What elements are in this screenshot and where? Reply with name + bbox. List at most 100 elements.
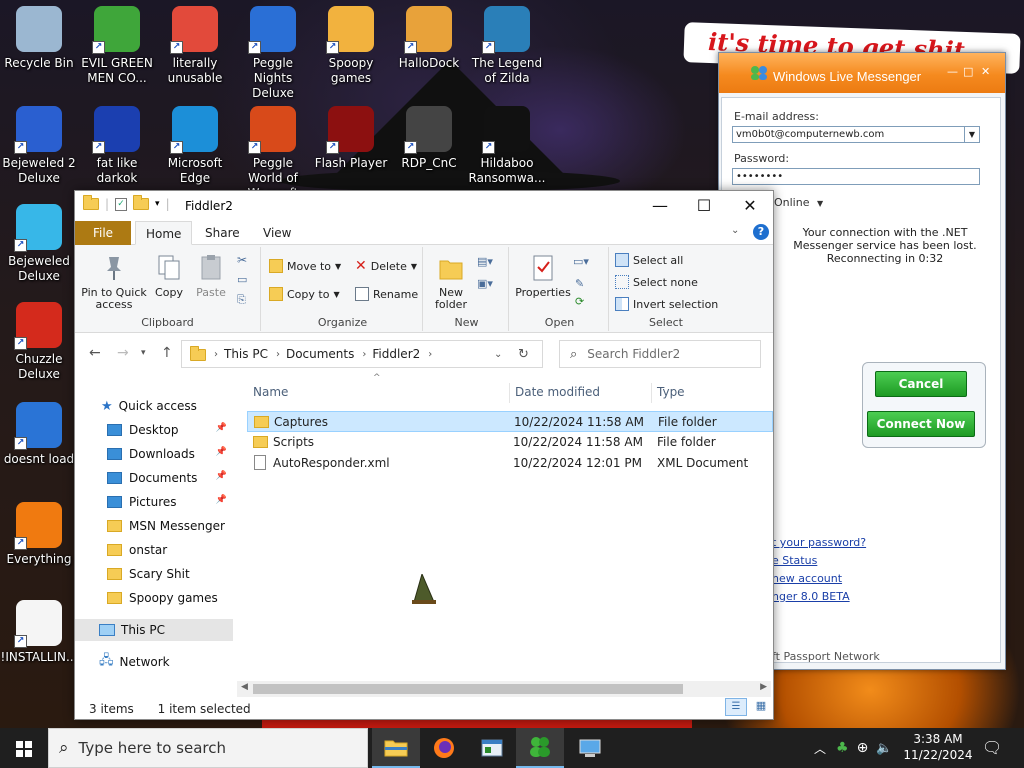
maximize-icon[interactable]: ☐	[681, 195, 727, 217]
password-field[interactable]: ••••••••	[732, 168, 980, 185]
file-explorer-window[interactable]: | ✓ ▾ | Fiddler2 — ☐ ✕ File Home Share V…	[74, 190, 774, 720]
taskbar-search-input[interactable]: Type here to search	[79, 739, 226, 757]
up-arrow-icon[interactable]: ↑	[161, 345, 173, 361]
rename-button[interactable]: Rename	[355, 285, 418, 303]
new-folder-button[interactable]: New folder	[429, 253, 473, 311]
forgot-password-link[interactable]: t your password?	[772, 536, 866, 549]
nav-quick-access[interactable]: ★ Quick access	[75, 395, 233, 417]
taskbar-search-box[interactable]: ⌕ Type here to search	[48, 728, 368, 768]
desktop-icon[interactable]: ↗ Chuzzle Deluxe	[0, 296, 78, 382]
nav-item[interactable]: Scary Shit	[75, 563, 233, 585]
nav-item[interactable]: Desktop 📌	[75, 419, 233, 441]
tab-share[interactable]: Share	[195, 221, 250, 245]
refresh-icon[interactable]: ↻	[518, 347, 529, 362]
taskbar-firefox[interactable]	[420, 728, 468, 768]
nav-item[interactable]: Documents 📌	[75, 467, 233, 489]
maximize-icon[interactable]: □	[963, 65, 973, 78]
nav-network[interactable]: 🖧 Network	[75, 651, 233, 673]
help-icon[interactable]: ?	[753, 224, 769, 240]
messenger-beta-link[interactable]: nger 8.0 BETA	[772, 590, 850, 603]
taskbar-clock[interactable]: 3:38 AM 11/22/2024	[900, 731, 976, 763]
breadcrumb-fiddler2[interactable]: Fiddler2	[372, 347, 420, 361]
move-to-button[interactable]: Move to ▼	[269, 257, 341, 275]
column-type[interactable]: Type	[651, 379, 685, 405]
paste-button[interactable]: Paste	[191, 253, 231, 299]
desktop-icon[interactable]: ↗ Everything	[0, 496, 78, 567]
start-button[interactable]	[0, 728, 48, 768]
volume-icon[interactable]: 🔈	[876, 741, 892, 756]
cancel-button[interactable]: Cancel	[875, 371, 967, 397]
select-none-button[interactable]: Select none	[615, 273, 698, 291]
desktop-icon[interactable]: ↗ fat like darkok	[78, 100, 156, 186]
email-field[interactable]: vm0b0t@computernewb.com ▼	[732, 126, 980, 143]
desktop-icon[interactable]: ↗ literally unusable	[156, 0, 234, 86]
messenger-titlebar[interactable]: Windows Live Messenger — □ ✕	[719, 53, 1005, 93]
chevron-down-icon[interactable]: ▼	[964, 127, 979, 142]
desktop-icon[interactable]: ↗ Bejeweled Deluxe	[0, 198, 78, 284]
table-row[interactable]: Captures 10/22/2024 11:58 AM File folder	[247, 411, 773, 432]
desktop-icon[interactable]: ↗ Microsoft Edge	[156, 100, 234, 186]
taskbar-file-explorer[interactable]	[372, 728, 420, 768]
network-globe-icon[interactable]: ⊕	[857, 740, 869, 756]
copy-path-icon[interactable]: ▭	[237, 273, 247, 286]
explorer-titlebar[interactable]: | ✓ ▾ | Fiddler2 — ☐ ✕	[75, 191, 773, 221]
notification-icon[interactable]: 🗨	[982, 738, 1002, 757]
scroll-left-icon[interactable]: ◀	[241, 682, 248, 692]
new-account-link[interactable]: new account	[772, 572, 842, 585]
nav-item[interactable]: onstar	[75, 539, 233, 561]
nav-item[interactable]: Spoopy games	[75, 587, 233, 609]
pin-icon[interactable]: 📌	[216, 471, 227, 481]
table-row[interactable]: AutoResponder.xml 10/22/2024 12:01 PM XML …	[247, 453, 773, 474]
chevron-up-icon[interactable]: ︿	[814, 740, 826, 757]
desktop-icon[interactable]: Recycle Bin	[0, 0, 78, 71]
edit-icon[interactable]: ✎	[575, 277, 584, 290]
minimize-icon[interactable]: —	[947, 65, 958, 78]
close-icon[interactable]: ✕	[981, 65, 990, 78]
copy-to-button[interactable]: Copy to ▼	[269, 285, 340, 303]
connect-now-button[interactable]: Connect Now	[867, 411, 975, 437]
desktop-icon[interactable]: ↗ The Legend of Zilda	[468, 0, 546, 86]
pin-quick-access-button[interactable]: Pin to Quick access	[81, 253, 147, 311]
tab-home[interactable]: Home	[135, 221, 193, 245]
taskbar-app-window[interactable]	[468, 728, 516, 768]
search-box[interactable]: ⌕ Search Fiddler2	[559, 340, 761, 368]
desktop-icon[interactable]: ↗ HalloDock	[390, 0, 468, 71]
large-icons-view-icon[interactable]: ▦	[751, 698, 771, 716]
address-bar[interactable]: › This PC › Documents › Fiddler2 › ⌄ ↻	[181, 340, 543, 368]
breadcrumb-documents[interactable]: Documents	[286, 347, 354, 361]
search-input[interactable]: Search Fiddler2	[587, 347, 680, 361]
paste-shortcut-icon[interactable]: ⎘	[237, 293, 246, 307]
service-status-link[interactable]: e Status	[772, 554, 817, 567]
recent-locations-icon[interactable]: ▾	[141, 348, 146, 358]
new-item-icon[interactable]: ▤▾	[477, 255, 493, 268]
column-date-modified[interactable]: Date modified	[509, 379, 600, 405]
minimize-icon[interactable]: —	[637, 195, 683, 217]
desktop-icon[interactable]: ↗ EVIL GREEN MEN CO...	[78, 0, 156, 86]
history-icon[interactable]: ⟳	[575, 295, 584, 308]
table-row[interactable]: Scripts 10/22/2024 11:58 AM File folder	[247, 432, 773, 453]
desktop-icon[interactable]: ↗ RDP_CnC	[390, 100, 468, 171]
cut-icon[interactable]: ✂	[237, 253, 247, 267]
open-icon[interactable]: ▭▾	[573, 255, 589, 268]
invert-selection-button[interactable]: Invert selection	[615, 295, 718, 313]
properties-button[interactable]: Properties	[513, 253, 573, 299]
scroll-right-icon[interactable]: ▶	[760, 682, 767, 692]
desktop-icon[interactable]: ↗ doesnt load	[0, 396, 78, 467]
properties-icon[interactable]: ✓	[115, 197, 128, 211]
column-name[interactable]: Name	[247, 379, 288, 405]
pin-icon[interactable]: 📌	[216, 447, 227, 457]
forward-arrow-icon[interactable]: →	[117, 345, 129, 361]
chevron-down-icon[interactable]: ⌄	[731, 225, 739, 236]
desktop-icon[interactable]: ↗ Hildaboo Ransomwa...	[468, 100, 546, 186]
new-folder-icon[interactable]	[133, 195, 150, 210]
nav-item[interactable]: MSN Messenger	[75, 515, 233, 537]
status-selector[interactable]: Online ▼	[774, 196, 823, 209]
easy-access-icon[interactable]: ▣▾	[477, 277, 493, 290]
desktop-icon[interactable]: ↗ Flash Player	[312, 100, 390, 171]
nav-item[interactable]: Pictures 📌	[75, 491, 233, 513]
chevron-down-icon[interactable]: ▾	[155, 199, 160, 209]
taskbar-messenger[interactable]	[516, 728, 564, 768]
chevron-down-icon[interactable]: ⌄	[494, 349, 502, 360]
messenger-tray-icon[interactable]: ♣	[836, 740, 849, 756]
select-all-button[interactable]: Select all	[615, 251, 683, 269]
